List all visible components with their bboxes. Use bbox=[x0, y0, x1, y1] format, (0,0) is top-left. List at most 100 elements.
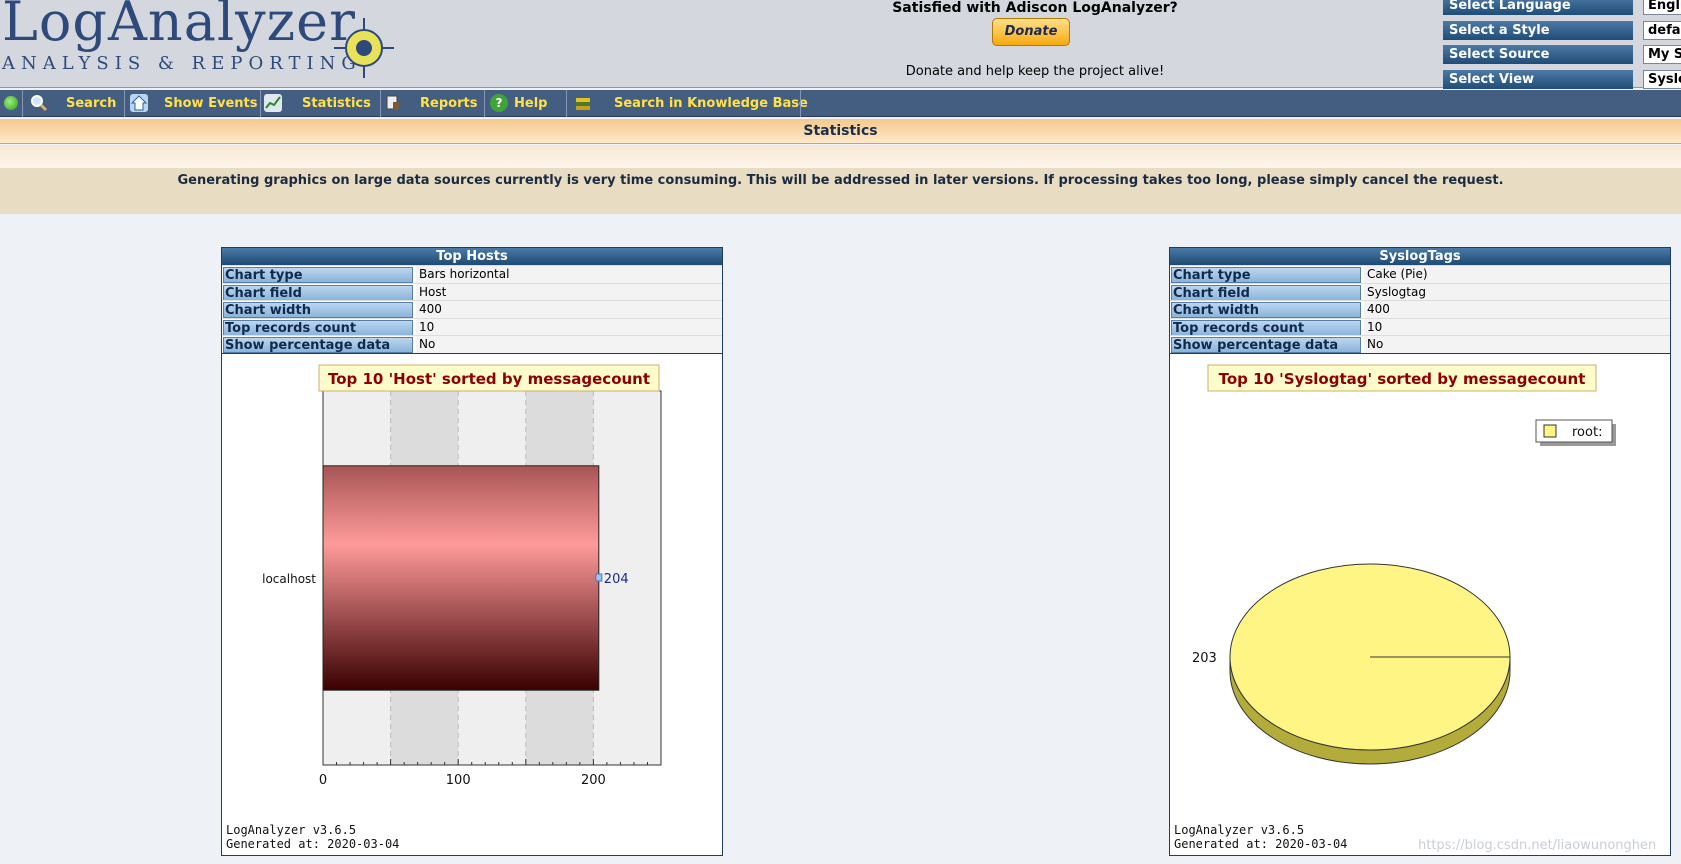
nav-help[interactable]: Help bbox=[514, 90, 547, 117]
target-logo-icon bbox=[334, 18, 394, 78]
prop-value: No bbox=[416, 336, 722, 353]
nav-separator bbox=[22, 90, 23, 117]
home-icon[interactable] bbox=[130, 94, 148, 112]
prop-row: Show percentage data No bbox=[222, 335, 722, 353]
reports-icon[interactable] bbox=[384, 94, 402, 112]
nav-separator bbox=[566, 90, 567, 117]
page-title: Statistics bbox=[0, 119, 1681, 144]
view-select[interactable]: Syslo bbox=[1643, 69, 1681, 89]
host-bar-chart: 0 100 200 204 localhost Top 10 'Host' sorted… bbox=[262, 364, 662, 788]
prop-row: Top records count 10 bbox=[222, 317, 722, 336]
logo-title: LogAnalyzer bbox=[2, 0, 356, 53]
chart-version: LogAnalyzer v3.6.5 bbox=[1174, 822, 1305, 837]
source-selector: Select Source My Sy bbox=[1443, 43, 1681, 68]
prop-row: Chart width 400 bbox=[1170, 300, 1670, 318]
prop-label: Top records count bbox=[223, 319, 413, 336]
app-root: LogAnalyzer ANALYSIS & REPORTING Satisfi… bbox=[0, 0, 1681, 864]
nav-knowledge-base[interactable]: Search in Knowledge Base bbox=[614, 90, 808, 117]
status-dot-icon bbox=[4, 96, 18, 110]
donate-button[interactable]: Donate bbox=[992, 18, 1070, 46]
bar bbox=[322, 464, 600, 691]
prop-label: Chart field bbox=[1171, 284, 1361, 301]
prop-label: Show percentage data bbox=[223, 337, 413, 353]
chart-area: 203 root: Top 10 'Syslogtag' sorted by me… bbox=[1170, 352, 1670, 855]
notice-message: Generating graphics on large data source… bbox=[0, 168, 1681, 214]
header: LogAnalyzer ANALYSIS & REPORTING Satisfi… bbox=[0, 0, 1681, 89]
x-tick-label: 200 bbox=[581, 773, 606, 788]
source-select[interactable]: My Sy bbox=[1643, 45, 1681, 64]
prop-value: Host bbox=[416, 283, 722, 301]
language-select[interactable]: Engli bbox=[1643, 0, 1681, 15]
syslogtags-panel: SyslogTags Chart type Cake (Pie) Chart f… bbox=[1169, 247, 1671, 856]
style-select[interactable]: defau bbox=[1643, 20, 1681, 40]
source-label: Select Source bbox=[1443, 45, 1633, 64]
donate-note: Donate and help keep the project alive! bbox=[905, 64, 1165, 79]
donate-title: Satisfied with Adiscon LogAnalyzer? bbox=[892, 0, 1178, 16]
legend-label: root: bbox=[1572, 425, 1602, 440]
chart-area: 0 100 200 204 localhost Top 10 'Host' sorted… bbox=[222, 352, 722, 855]
prop-row: Chart type Cake (Pie) bbox=[1170, 265, 1670, 283]
prop-row: Chart type Bars horizontal bbox=[222, 265, 722, 283]
prop-row: Show percentage data No bbox=[1170, 335, 1670, 353]
logo[interactable]: LogAnalyzer ANALYSIS & REPORTING bbox=[0, 0, 400, 80]
nav-separator bbox=[800, 90, 801, 117]
prop-value: Bars horizontal bbox=[416, 266, 722, 283]
chart-icon[interactable] bbox=[264, 94, 282, 112]
prop-row: Chart field Syslogtag bbox=[1170, 282, 1670, 301]
prop-label: Chart width bbox=[223, 302, 413, 318]
panel-title: SyslogTags bbox=[1170, 248, 1670, 265]
prop-row: Chart field Host bbox=[222, 282, 722, 301]
spacer-bar bbox=[0, 145, 1681, 168]
prop-label: Chart width bbox=[1171, 302, 1361, 318]
top-hosts-panel: Top Hosts Chart type Bars horizontal Cha… bbox=[221, 247, 723, 856]
view-label: Select View bbox=[1443, 69, 1633, 89]
chart-legend: root: bbox=[1535, 419, 1616, 446]
selector-panel: Select Language Engli Select a Style def… bbox=[1443, 0, 1681, 92]
x-tick-label: 100 bbox=[446, 773, 471, 788]
bar-value-marker bbox=[595, 573, 603, 581]
nav-show-events[interactable]: Show Events bbox=[164, 90, 257, 117]
prop-row: Top records count 10 bbox=[1170, 317, 1670, 336]
prop-label: Chart type bbox=[223, 267, 413, 283]
prop-value: 400 bbox=[1364, 301, 1670, 318]
nav-statistics[interactable]: Statistics bbox=[302, 90, 371, 117]
prop-value: 400 bbox=[416, 301, 722, 318]
prop-row: Chart width 400 bbox=[222, 300, 722, 318]
pie-value-label: 203 bbox=[1192, 651, 1217, 666]
panel-title: Top Hosts bbox=[222, 248, 722, 265]
chart-title-box: Top 10 'Syslogtag' sorted by messagecoun… bbox=[1207, 364, 1597, 391]
main-nav: Search Show Events Statistics Reports ? … bbox=[0, 90, 1681, 117]
prop-label: Chart type bbox=[1171, 267, 1361, 283]
x-tick-label: 0 bbox=[319, 773, 327, 788]
bar-value-label: 204 bbox=[604, 572, 629, 587]
search-icon[interactable] bbox=[30, 94, 48, 112]
chart-title-box: Top 10 'Host' sorted by messagecount bbox=[318, 364, 660, 391]
nav-separator bbox=[380, 90, 381, 117]
prop-label: Chart field bbox=[223, 284, 413, 301]
language-selector: Select Language Engli bbox=[1443, 0, 1681, 19]
syslogtag-pie-chart: 203 root: Top 10 'Syslogtag' sorted by me… bbox=[1192, 364, 1616, 764]
prop-value: 10 bbox=[1364, 318, 1670, 336]
watermark: https://blog.csdn.net/liaowunonghen bbox=[1418, 838, 1657, 853]
knowledge-base-icon[interactable] bbox=[574, 94, 592, 112]
nav-reports[interactable]: Reports bbox=[420, 90, 477, 117]
chart-generated-date: Generated at: 2020-03-04 bbox=[1174, 836, 1348, 851]
prop-value: No bbox=[1364, 336, 1670, 353]
style-label: Select a Style bbox=[1443, 20, 1633, 40]
legend-swatch bbox=[1543, 424, 1557, 437]
chart-generated-date: Generated at: 2020-03-04 bbox=[226, 836, 400, 851]
chart-title: Top 10 'Host' sorted by messagecount bbox=[328, 370, 650, 388]
category-label: localhost bbox=[262, 572, 316, 586]
help-icon[interactable]: ? bbox=[490, 94, 508, 112]
logo-subtitle: ANALYSIS & REPORTING bbox=[2, 53, 362, 74]
prop-value: Cake (Pie) bbox=[1364, 266, 1670, 283]
prop-label: Top records count bbox=[1171, 319, 1361, 336]
nav-separator bbox=[260, 90, 261, 117]
language-label: Select Language bbox=[1443, 0, 1633, 15]
chart-version: LogAnalyzer v3.6.5 bbox=[226, 822, 357, 837]
prop-label: Show percentage data bbox=[1171, 337, 1361, 353]
donate-box: Satisfied with Adiscon LogAnalyzer? Dona… bbox=[870, 0, 1200, 88]
view-selector: Select View Syslo bbox=[1443, 68, 1681, 93]
nav-search[interactable]: Search bbox=[66, 90, 116, 117]
prop-value: Syslogtag bbox=[1364, 283, 1670, 301]
